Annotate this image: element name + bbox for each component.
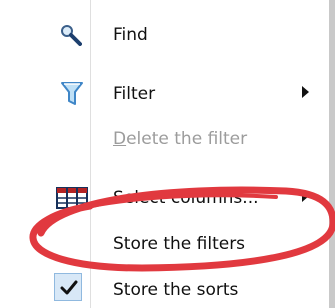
submenu-arrow-icon xyxy=(302,86,309,98)
context-menu: Find Filter Delete the filter Select col… xyxy=(0,0,335,308)
menu-item-select-columns[interactable]: Select columns... xyxy=(0,180,329,216)
checked-state-box xyxy=(54,273,82,301)
checkmark-icon xyxy=(60,280,78,295)
menu-item-label: Find xyxy=(113,25,148,45)
submenu-arrow-icon xyxy=(302,190,309,202)
funnel-icon xyxy=(61,82,83,105)
menu-item-label: Store the sorts xyxy=(113,280,239,300)
menu-item-store-sorts[interactable]: Store the sorts xyxy=(0,272,329,308)
menu-item-label: Select columns... xyxy=(113,188,259,208)
menu-item-store-filters[interactable]: Store the filters xyxy=(0,226,329,262)
menu-item-find[interactable]: Find xyxy=(0,17,329,53)
columns-icon xyxy=(56,187,88,209)
menu-item-filter[interactable]: Filter xyxy=(0,76,329,112)
menu-item-delete-filter[interactable]: Delete the filter xyxy=(0,121,329,157)
menu-item-label: Filter xyxy=(113,84,156,104)
menu-right-border xyxy=(329,0,335,308)
magnifier-icon xyxy=(61,25,82,46)
menu-item-label: Delete the filter xyxy=(113,129,248,149)
menu-item-label: Store the filters xyxy=(113,234,246,254)
